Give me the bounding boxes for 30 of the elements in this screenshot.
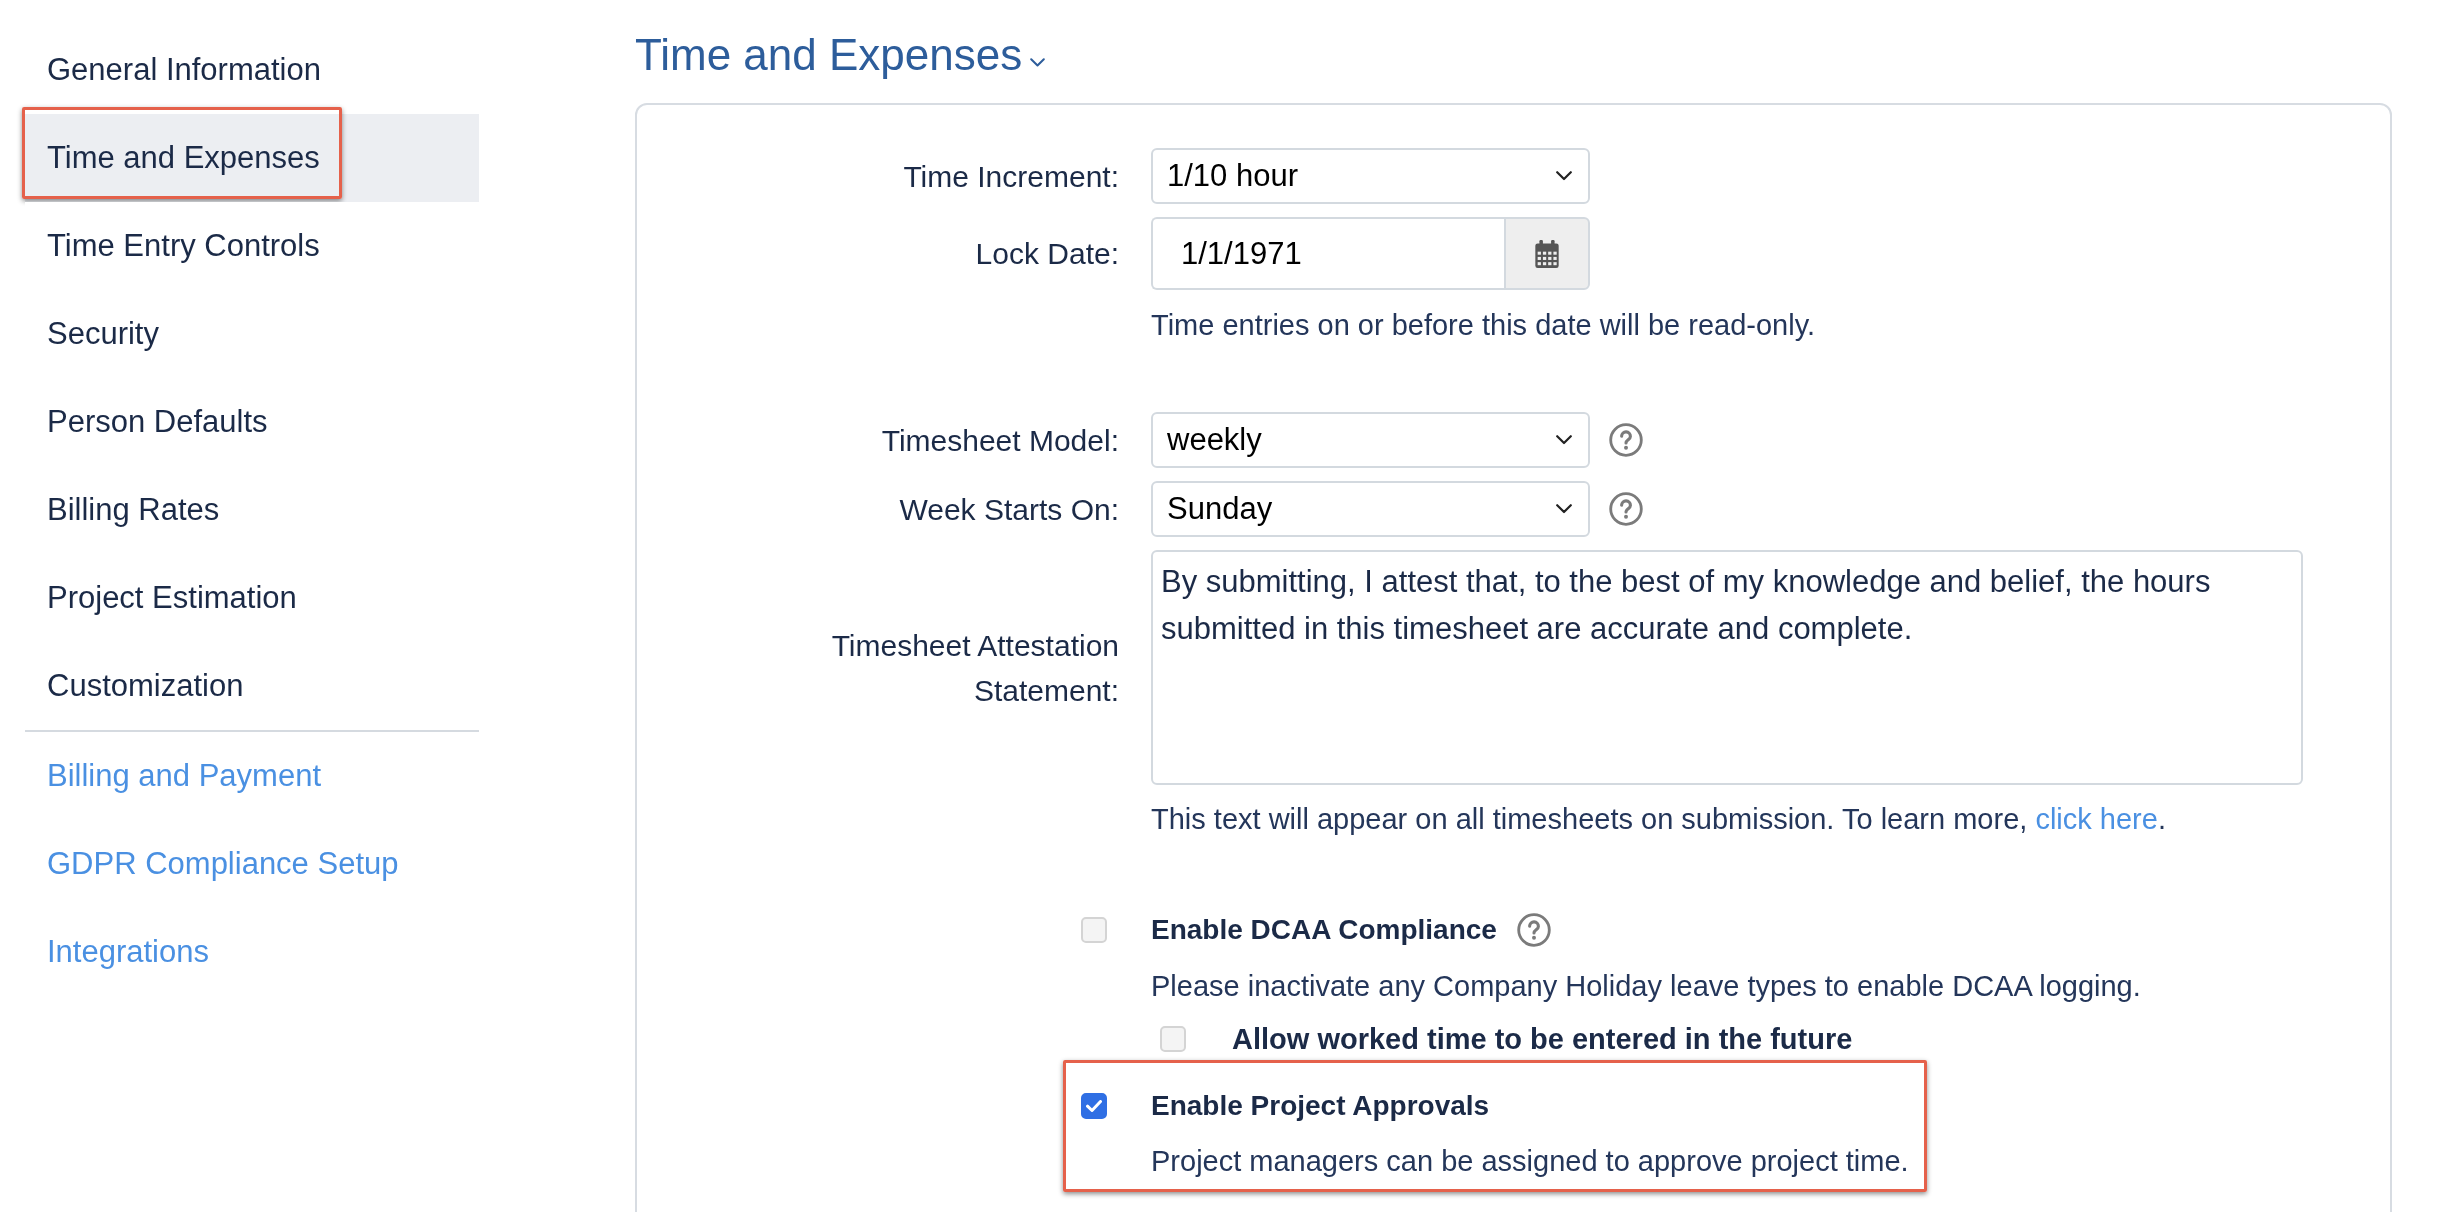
sidebar-item[interactable]: Time and Expenses	[25, 114, 479, 202]
chevron-down-icon	[1556, 504, 1572, 514]
help-icon[interactable]	[1609, 423, 1643, 457]
calendar-icon	[1533, 239, 1561, 268]
hint-text: Time entries on or before this date will be read-only.	[1151, 308, 1817, 343]
page-title: Time and Expenses	[635, 29, 1023, 81]
option-note: Please inactivate any Company Holiday leave types to enable DCAA logging.	[1151, 969, 2141, 1004]
hint-text: This text will appear on all timesheets on submission. To learn more, click here.	[1151, 802, 2167, 837]
checkbox-label: Enable Project Approvals	[1151, 1090, 1490, 1122]
calendar-button[interactable]	[1504, 217, 1590, 290]
help-icon[interactable]	[1516, 913, 1551, 947]
checkbox[interactable]	[1081, 1093, 1107, 1119]
chevron-down-icon[interactable]	[1030, 58, 1046, 67]
chevron-down-icon	[1556, 171, 1572, 181]
field-label: Timesheet Attestation Statement:	[830, 627, 1119, 709]
field-label: Timesheet Model:	[881, 422, 1119, 459]
dropdown[interactable]: 1/10 hour	[1151, 148, 1590, 204]
field-label: Lock Date:	[975, 236, 1119, 272]
option-note: Project managers can be assigned to approve project time.	[1151, 1144, 1909, 1179]
checkbox-label: Enable DCAA Compliance	[1151, 914, 1497, 946]
field-label: Time Increment:	[903, 158, 1119, 195]
help-icon[interactable]	[1609, 492, 1643, 526]
checkmark-icon	[1086, 1100, 1102, 1112]
dropdown[interactable]: weekly	[1151, 412, 1590, 468]
date-field[interactable]: 1/1/1971	[1151, 217, 1504, 290]
chevron-down-icon	[1556, 435, 1572, 445]
dropdown[interactable]: Sunday	[1151, 481, 1590, 537]
field-label: Week Starts On:	[899, 491, 1119, 528]
text-area[interactable]: By submitting, I attest that, to the best of my knowledge and belief, the hours submitted in this timesheet are accurate and complete.	[1151, 550, 2303, 785]
checkbox-label: Allow worked time to be entered in the future	[1232, 1022, 1853, 1056]
